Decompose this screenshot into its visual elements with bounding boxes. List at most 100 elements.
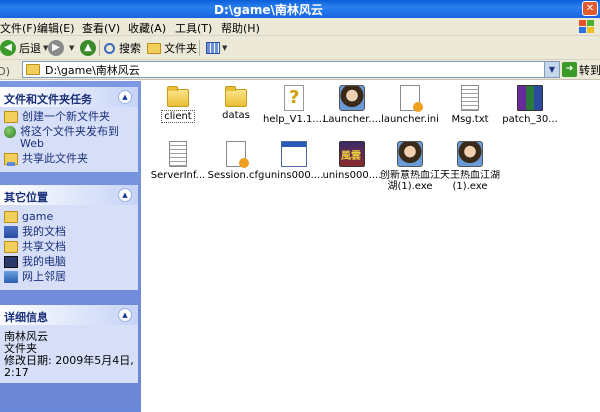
place-game[interactable]: game — [4, 211, 134, 223]
task-label: 创建一个新文件夹 — [22, 110, 110, 123]
folders-button[interactable]: 文件夹 — [147, 39, 197, 57]
back-button[interactable]: ◀ 后退 ▼ — [0, 39, 48, 57]
go-button[interactable]: ➜ 转到 — [562, 61, 600, 78]
file-item-launcher-ini[interactable]: launcher.ini — [379, 85, 441, 125]
launcher-avatar-icon — [339, 85, 365, 111]
my-documents-icon — [4, 226, 18, 238]
window-title: D:\game\南林风云 — [214, 3, 323, 17]
go-label: 转到 — [579, 63, 600, 77]
detail-modified: 修改日期: 2009年5月4日, 2:17 — [4, 354, 134, 379]
file-item-launcher-exe[interactable]: Launcher.... — [321, 85, 383, 125]
rar-archive-icon — [517, 85, 543, 111]
details-panel: 详细信息 ▲ 南林风云 文件夹 修改日期: 2009年5月4日, 2:17 — [0, 305, 138, 383]
menu-tools[interactable]: 工具(T) — [175, 20, 212, 36]
file-label: 天王热血江湖(1).exe — [440, 170, 500, 192]
file-item-session[interactable]: Session.cfg — [205, 141, 267, 181]
file-label: datas — [222, 110, 250, 121]
go-arrow-icon: ➜ — [562, 62, 577, 77]
close-button[interactable]: ✕ — [582, 1, 598, 16]
place-label: 我的文档 — [22, 225, 66, 238]
menu-view[interactable]: 查看(V) — [82, 20, 120, 36]
new-folder-icon — [4, 111, 18, 123]
file-label: unins000.... — [264, 170, 324, 181]
file-item-msg[interactable]: Msg.txt — [439, 85, 501, 125]
file-item-unins-exe[interactable]: unins000.... — [321, 141, 383, 181]
search-label: 搜索 — [119, 42, 141, 55]
toolbar-separator — [199, 40, 200, 56]
uninstaller-icon — [281, 141, 307, 167]
file-item-client[interactable]: client — [147, 85, 209, 126]
task-publish-web[interactable]: 将这个文件夹发布到 Web — [4, 126, 134, 150]
file-item-chuangxin[interactable]: 创新意热血江湖(1).exe — [379, 141, 441, 192]
share-folder-icon — [4, 153, 18, 166]
file-tasks-panel: 文件和文件夹任务 ▲ 创建一个新文件夹 将这个文件夹发布到 Web 共享此文件夹 — [0, 87, 138, 172]
task-pane: 文件和文件夹任务 ▲ 创建一个新文件夹 将这个文件夹发布到 Web 共享此文件夹… — [0, 81, 141, 412]
game-avatar-icon — [457, 141, 483, 167]
file-label: patch_30... — [502, 114, 558, 125]
back-arrow-icon: ◀ — [0, 40, 16, 56]
task-new-folder[interactable]: 创建一个新文件夹 — [4, 111, 134, 123]
place-network[interactable]: 网上邻居 — [4, 271, 134, 283]
task-label: 共享此文件夹 — [22, 152, 88, 165]
file-label: Session.cfg — [207, 170, 265, 181]
address-input[interactable]: D:\game\南林风云 ▼ — [22, 61, 560, 78]
search-button[interactable]: 搜索 — [104, 39, 141, 57]
task-label: 将这个文件夹发布到 Web — [20, 125, 119, 150]
help-file-icon — [284, 85, 304, 111]
game-avatar-icon — [397, 141, 423, 167]
details-title: 详细信息 — [4, 311, 48, 324]
shared-folder-icon — [4, 241, 18, 253]
other-places-title: 其它位置 — [4, 191, 48, 204]
place-label: game — [22, 210, 54, 223]
windows-logo-icon — [579, 20, 594, 33]
address-dropdown-icon[interactable]: ▼ — [544, 62, 559, 77]
up-button[interactable]: ▲ — [80, 39, 99, 57]
file-tasks-header[interactable]: 文件和文件夹任务 ▲ — [0, 87, 138, 107]
menu-favorites[interactable]: 收藏(A) — [128, 20, 166, 36]
up-folder-icon: ▲ — [80, 40, 96, 56]
my-computer-icon — [4, 256, 18, 268]
menu-help[interactable]: 帮助(H) — [221, 20, 260, 36]
place-label: 共享文档 — [22, 240, 66, 253]
address-label: 址(D) — [0, 65, 11, 78]
chevron-down-icon: ▼ — [222, 44, 228, 52]
cfg-file-icon — [226, 141, 249, 168]
collapse-icon[interactable]: ▲ — [118, 308, 132, 322]
folder-icon — [225, 86, 247, 107]
forward-button[interactable]: ▶ ▼ — [48, 39, 74, 57]
details-header[interactable]: 详细信息 ▲ — [0, 305, 138, 325]
ini-file-icon — [400, 85, 423, 112]
file-label: unins000.... — [322, 170, 382, 181]
file-item-tianwang[interactable]: 天王热血江湖(1).exe — [439, 141, 501, 192]
task-share-folder[interactable]: 共享此文件夹 — [4, 152, 134, 166]
search-icon — [104, 42, 115, 54]
network-icon — [4, 271, 18, 283]
collapse-icon[interactable]: ▲ — [118, 188, 132, 202]
file-label: help_V1.1.... — [263, 114, 325, 125]
file-item-serverinfo[interactable]: ServerInf... — [147, 141, 209, 181]
file-tasks-title: 文件和文件夹任务 — [4, 93, 92, 106]
views-icon — [206, 42, 220, 54]
other-places-panel: 其它位置 ▲ game 我的文档 共享文档 我的电脑 网上邻居 — [0, 185, 138, 290]
place-shared-documents[interactable]: 共享文档 — [4, 241, 134, 253]
collapse-icon[interactable]: ▲ — [118, 90, 132, 104]
file-label: ServerInf... — [150, 170, 206, 181]
folders-label: 文件夹 — [164, 42, 197, 55]
file-item-patch[interactable]: patch_30... — [499, 85, 561, 125]
menu-bar: 文件(F) 编辑(E) 查看(V) 收藏(A) 工具(T) 帮助(H) — [0, 18, 600, 36]
file-item-datas[interactable]: datas — [205, 85, 267, 121]
place-my-computer[interactable]: 我的电脑 — [4, 256, 134, 268]
file-item-unins-dat[interactable]: unins000.... — [263, 141, 325, 181]
folder-icon — [26, 64, 40, 75]
other-places-header[interactable]: 其它位置 ▲ — [0, 185, 138, 205]
views-button[interactable]: ▼ — [206, 39, 227, 57]
menu-edit[interactable]: 编辑(E) — [37, 20, 75, 36]
place-my-documents[interactable]: 我的文档 — [4, 226, 134, 238]
folder-icon — [167, 86, 189, 107]
text-file-icon — [169, 141, 187, 167]
file-label: Msg.txt — [451, 114, 489, 125]
file-item-help[interactable]: help_V1.1.... — [263, 85, 325, 125]
forward-arrow-icon: ▶ — [48, 40, 64, 56]
menu-file[interactable]: 文件(F) — [0, 20, 37, 36]
place-label: 网上邻居 — [22, 270, 66, 283]
